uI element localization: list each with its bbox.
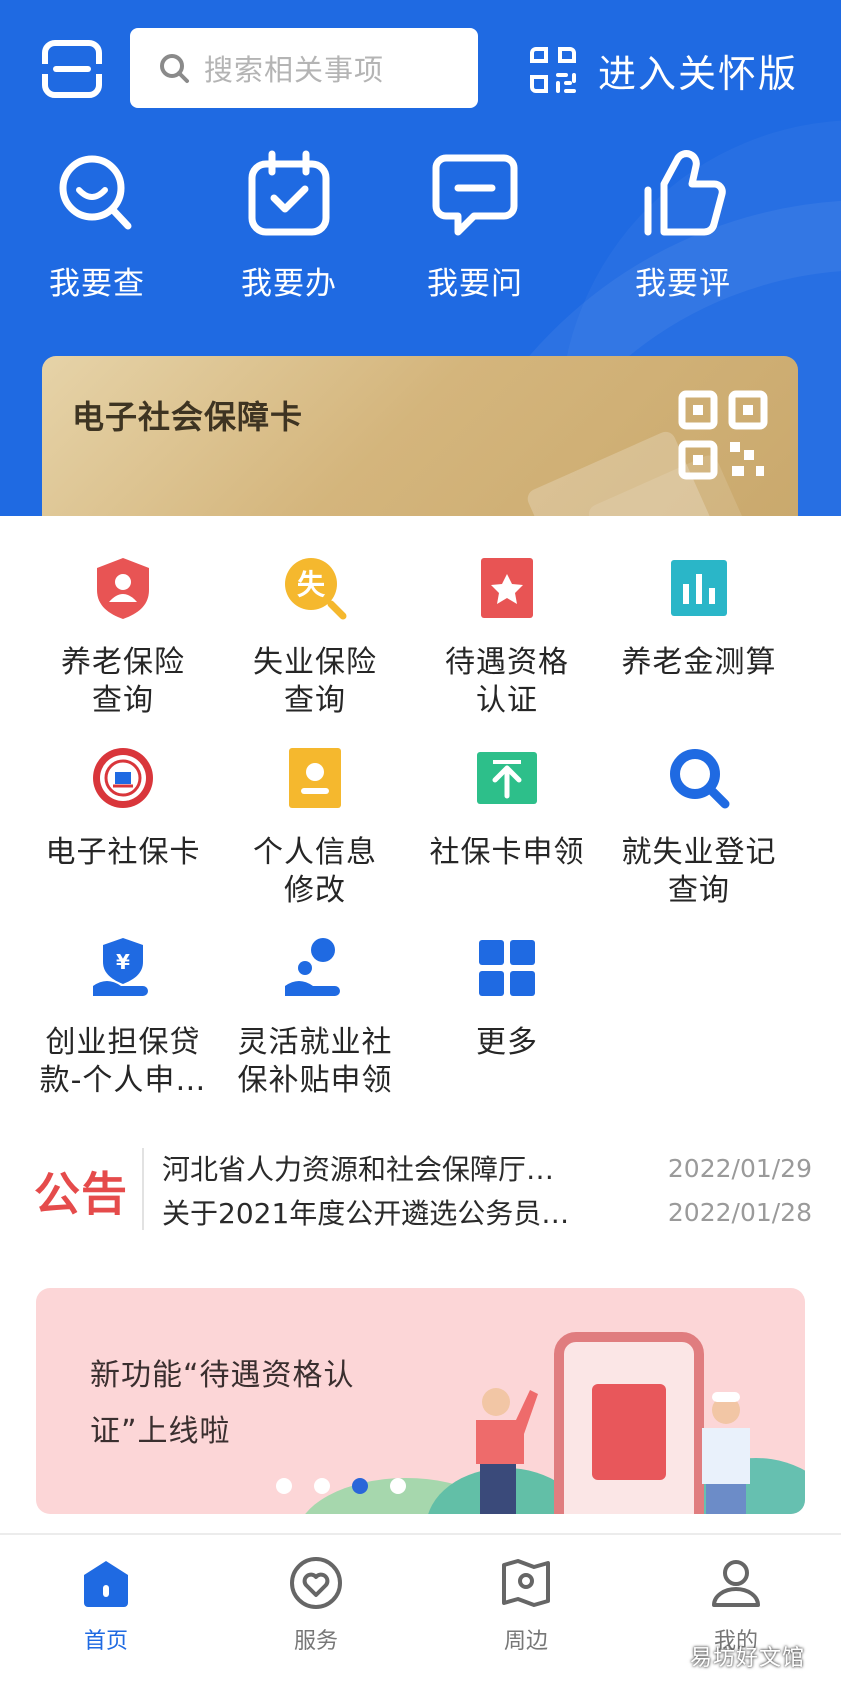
service-card-application[interactable]: 社保卡申领 xyxy=(412,746,602,872)
thumbs-up-icon xyxy=(644,150,726,236)
notice-item[interactable]: 关于2021年度公开遴选公务员… 2022/01/28 xyxy=(162,1192,812,1232)
service-label: 电子社保卡 xyxy=(45,835,201,870)
heart-circle-icon xyxy=(290,1557,342,1609)
notice-tag: 公告 xyxy=(34,1167,128,1221)
map-pin-icon xyxy=(502,1559,550,1607)
magnifier-icon xyxy=(670,749,730,809)
quick-action-label: 我要问 xyxy=(427,266,523,302)
notice-item[interactable]: 河北省人力资源和社会保障厅… 2022/01/29 xyxy=(162,1148,812,1188)
tab-services[interactable]: 服务 xyxy=(246,1555,386,1655)
service-personal-info[interactable]: 个人信息 修改 xyxy=(220,746,410,910)
notice-date: 2022/01/28 xyxy=(667,1197,812,1227)
service-employment-registration[interactable]: 就失业登记 查询 xyxy=(604,746,794,910)
service-label: 养老金测算 xyxy=(621,645,777,680)
carousel-dot[interactable] xyxy=(275,1478,292,1494)
quick-action-rate[interactable]: 我要评 xyxy=(608,150,758,303)
user-icon xyxy=(712,1560,760,1607)
care-mode-button[interactable]: 进入关怀版 xyxy=(528,40,798,100)
service-more[interactable]: 更多 xyxy=(412,936,602,1062)
quick-action-handle[interactable]: 我要办 xyxy=(214,150,364,303)
app-header: 搜索相关事项 进入关怀版 我要查 我要办 我要问 我要评 电子社会保障卡 xyxy=(0,0,841,520)
promo-banner[interactable]: 新功能“待遇资格认 证”上线啦 xyxy=(36,1288,805,1514)
social-security-badge-icon xyxy=(93,748,153,808)
tab-home[interactable]: 首页 xyxy=(36,1555,176,1655)
quick-action-label: 我要查 xyxy=(49,266,145,302)
social-card-title: 电子社会保障卡 xyxy=(72,398,304,436)
notice-title: 关于2021年度公开遴选公务员… xyxy=(162,1197,570,1230)
carousel-indicator[interactable] xyxy=(36,1478,805,1494)
service-label: 失业保险 查询 xyxy=(253,645,377,718)
service-label: 养老保险 查询 xyxy=(61,645,185,718)
service-startup-loan[interactable]: ¥ 创业担保贷 款-个人申… xyxy=(28,936,218,1100)
care-mode-icon xyxy=(530,47,576,93)
search-face-icon xyxy=(59,155,132,230)
care-mode-label: 进入关怀版 xyxy=(598,51,799,96)
scan-icon[interactable] xyxy=(42,40,102,98)
tab-label: 服务 xyxy=(293,1629,338,1654)
calendar-check-icon xyxy=(248,150,330,236)
qr-code-icon[interactable] xyxy=(678,390,768,480)
tab-label: 首页 xyxy=(83,1629,128,1654)
id-card-icon xyxy=(289,748,341,808)
person-illustration xyxy=(702,1392,750,1514)
unemployment-search-icon: 失 xyxy=(285,558,347,620)
search-icon xyxy=(160,54,189,83)
service-unemployment-query[interactable]: 失 失业保险 查询 xyxy=(220,556,410,720)
shield-user-icon xyxy=(97,558,149,619)
carousel-dot[interactable] xyxy=(313,1478,330,1494)
service-qualification-auth[interactable]: 待遇资格 认证 xyxy=(412,556,602,720)
hand-yuan-icon: ¥ xyxy=(93,938,148,996)
svg-text:¥: ¥ xyxy=(116,950,130,974)
notice-divider xyxy=(142,1148,144,1230)
service-pension-calculator[interactable]: 养老金测算 xyxy=(604,556,794,682)
home-icon xyxy=(84,1561,128,1607)
watermark: 易坊好文馆 xyxy=(690,1646,806,1671)
service-flexible-subsidy[interactable]: 灵活就业社 保补贴申领 xyxy=(220,936,410,1100)
hand-coin-icon xyxy=(285,938,340,996)
quick-action-label: 我要评 xyxy=(635,266,731,302)
service-label: 社保卡申领 xyxy=(429,835,585,870)
service-label: 更多 xyxy=(476,1025,538,1060)
service-label: 待遇资格 认证 xyxy=(445,645,569,718)
quick-action-label: 我要办 xyxy=(241,266,337,302)
quick-action-ask[interactable]: 我要问 xyxy=(400,150,550,303)
search-placeholder: 搜索相关事项 xyxy=(204,53,385,87)
quick-action-query[interactable]: 我要查 xyxy=(22,150,172,303)
upload-box-icon xyxy=(477,752,537,804)
notice-title: 河北省人力资源和社会保障厅… xyxy=(162,1153,555,1186)
phone-screen-illustration xyxy=(592,1384,666,1480)
service-label: 就失业登记 查询 xyxy=(621,835,777,908)
notice-date: 2022/01/29 xyxy=(667,1153,812,1183)
tab-label: 周边 xyxy=(503,1629,548,1654)
service-e-social-card[interactable]: 电子社保卡 xyxy=(28,746,218,872)
bar-chart-icon xyxy=(671,560,727,616)
carousel-dot[interactable] xyxy=(389,1478,406,1494)
chat-bubble-icon xyxy=(432,154,518,236)
search-input[interactable]: 搜索相关事项 xyxy=(130,28,478,108)
service-pension-query[interactable]: 养老保险 查询 xyxy=(28,556,218,720)
service-label: 灵活就业社 保补贴申领 xyxy=(237,1025,393,1098)
svg-text:失: 失 xyxy=(297,568,326,601)
service-label: 个人信息 修改 xyxy=(253,835,377,908)
service-label: 创业担保贷 款-个人申… xyxy=(39,1025,207,1098)
notice-board: 公告 河北省人力资源和社会保障厅… 2022/01/29 关于2021年度公开遴… xyxy=(34,1148,814,1232)
tab-nearby[interactable]: 周边 xyxy=(456,1555,596,1655)
carousel-dot-active[interactable] xyxy=(351,1478,368,1494)
grid-icon xyxy=(479,940,535,996)
social-security-card[interactable]: 电子社会保障卡 xyxy=(42,356,798,520)
banner-text: 新功能“待遇资格认 证”上线啦 xyxy=(90,1358,355,1449)
bookmark-star-icon xyxy=(481,558,533,618)
